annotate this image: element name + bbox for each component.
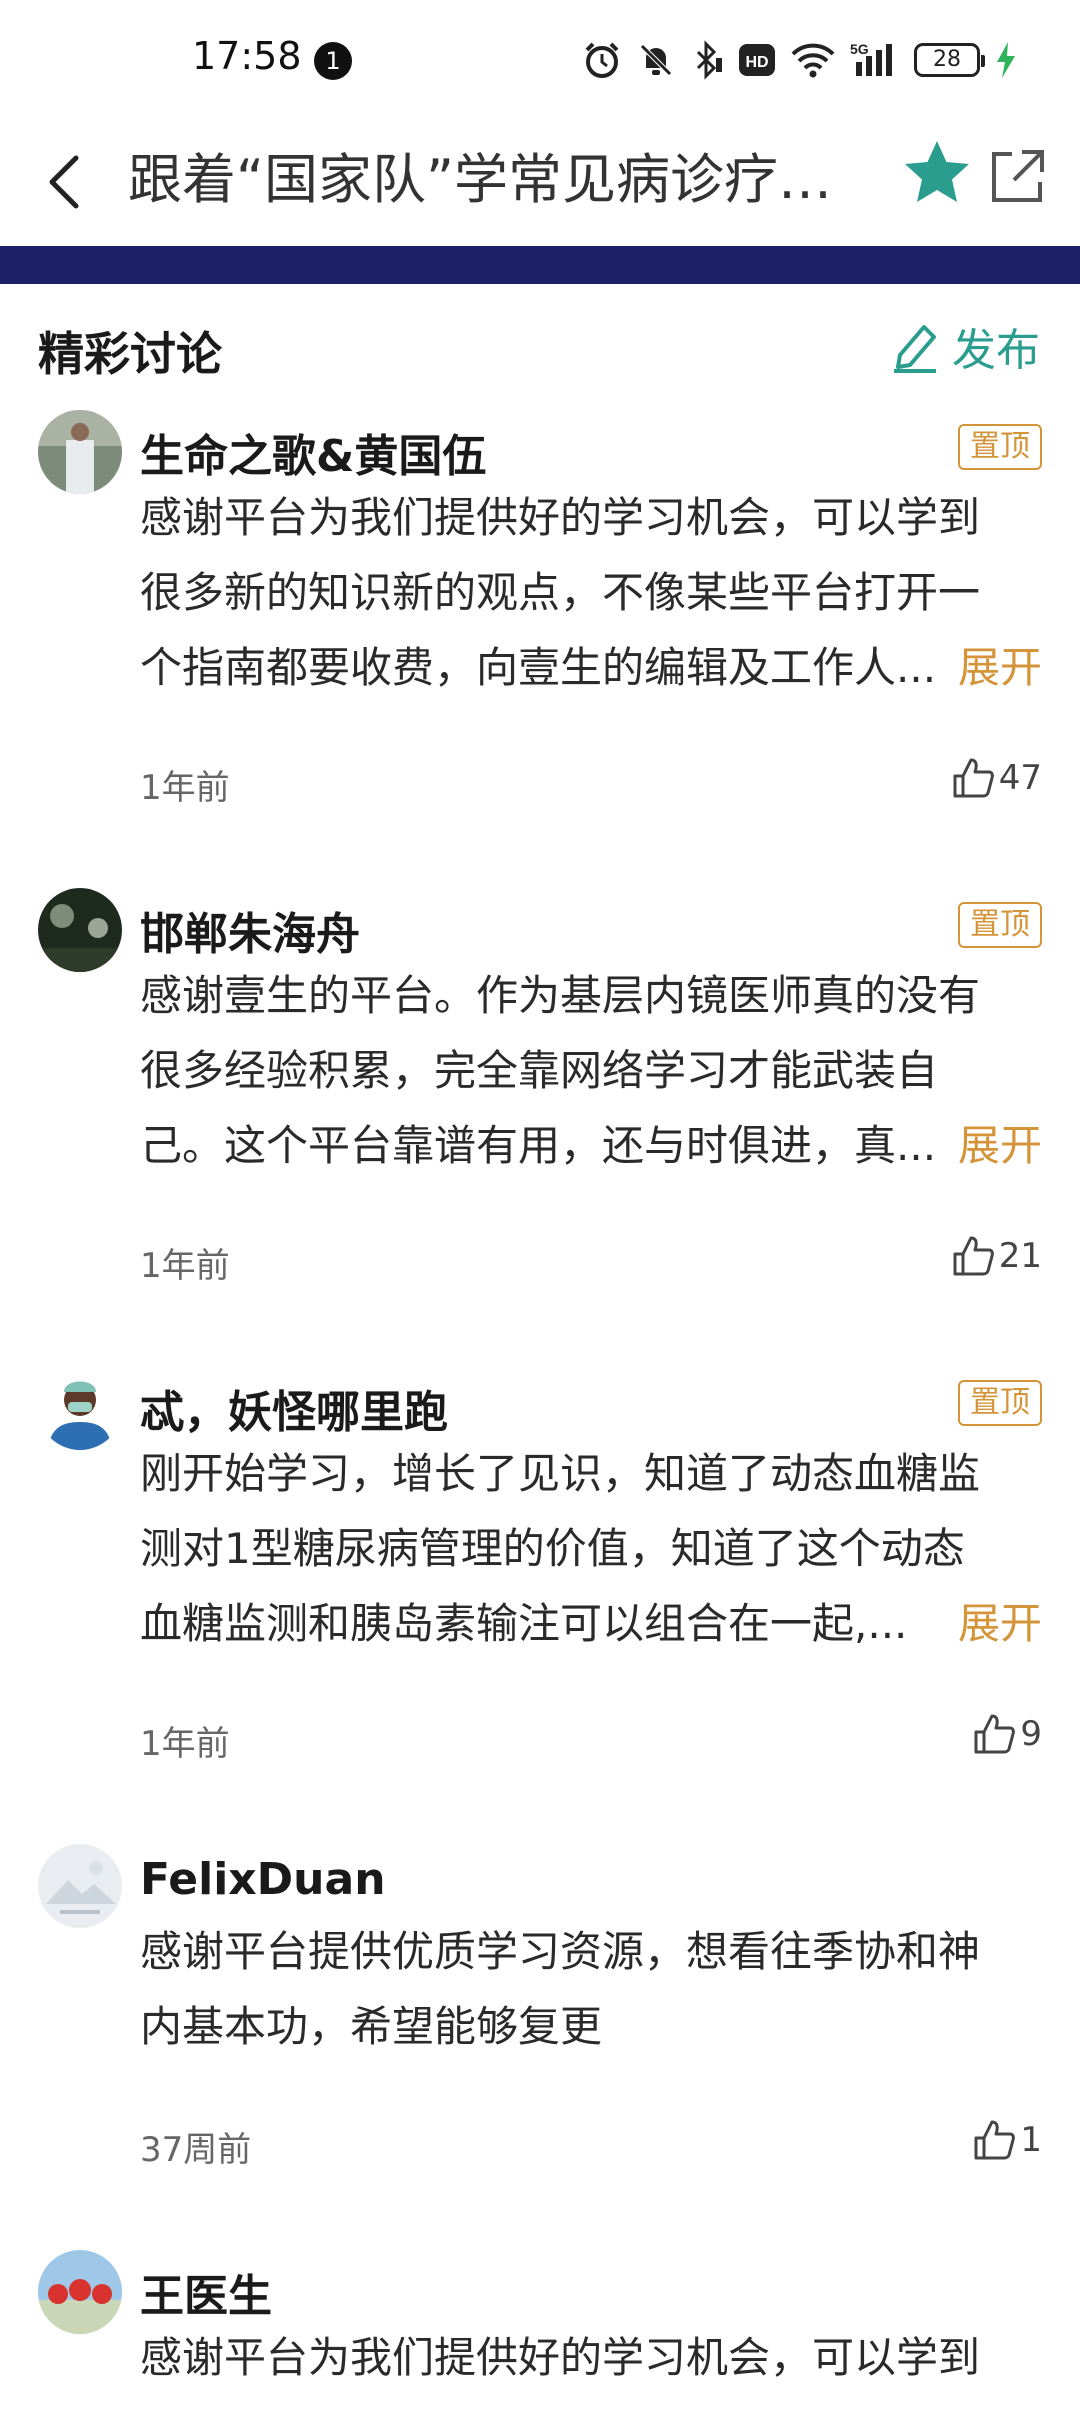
comment-author[interactable]: 邯郸朱海舟 bbox=[140, 898, 360, 962]
comment-line: 内基本功，希望能够复更 bbox=[140, 2002, 603, 2051]
like-button[interactable]: 1 bbox=[972, 2118, 1042, 2162]
comment-line: 个指南都要收费，向壹生的编辑及工作人... 展开 bbox=[140, 630, 1042, 705]
signal-5g-icon: 5G bbox=[850, 41, 892, 76]
publish-label: 发布 bbox=[952, 325, 1040, 376]
svg-text:5G: 5G bbox=[850, 41, 869, 57]
comment-author[interactable]: 王医生 bbox=[140, 2260, 272, 2324]
like-count: 47 bbox=[998, 758, 1042, 798]
comment-line-text: 个指南都要收费，向壹生的编辑及工作人... bbox=[140, 643, 937, 692]
svg-text:HD: HD bbox=[745, 54, 768, 71]
thumbs-up-icon bbox=[974, 1714, 1016, 1754]
expand-link[interactable]: 展开 bbox=[958, 1586, 1042, 1661]
like-button[interactable]: 21 bbox=[951, 1234, 1042, 1278]
back-button[interactable] bbox=[26, 140, 106, 220]
bluetooth-icon bbox=[696, 40, 722, 80]
comment-line: 很多经验积累，完全靠网络学习才能武装自 bbox=[140, 1046, 939, 1095]
comment-line: 感谢平台为我们提供好的学习机会，可以学到 bbox=[140, 493, 981, 542]
like-count: 9 bbox=[1020, 1714, 1042, 1754]
share-button[interactable] bbox=[984, 144, 1050, 210]
comment-text[interactable]: 感谢平台为我们提供好的学习机会，可以学到 很多新的知识新的观点，不像某些平台打开… bbox=[140, 480, 1042, 705]
mute-bell-icon bbox=[640, 44, 672, 76]
status-icons: HD 5G 28 bbox=[582, 36, 1018, 84]
favorite-button[interactable] bbox=[900, 136, 974, 210]
comment-author[interactable]: FelixDuan bbox=[140, 1854, 386, 1905]
comment-text[interactable]: 感谢平台提供优质学习资源，想看往季协和神 内基本功，希望能够复更 bbox=[140, 1914, 1042, 2064]
edit-icon bbox=[894, 325, 936, 373]
hd-icon: HD bbox=[739, 44, 775, 76]
section-title: 精彩讨论 bbox=[38, 327, 222, 381]
star-icon bbox=[905, 141, 969, 202]
pinned-badge: 置顶 bbox=[958, 902, 1042, 948]
avatar[interactable] bbox=[38, 2250, 122, 2334]
like-count: 1 bbox=[1020, 2120, 1042, 2160]
avatar[interactable] bbox=[38, 1366, 122, 1450]
like-button[interactable]: 9 bbox=[972, 1712, 1042, 1756]
publish-button[interactable]: 发布 bbox=[890, 314, 1040, 378]
comment-line: 测对1型糖尿病管理的价值，知道了这个动态 bbox=[140, 1524, 965, 1573]
chevron-left-icon bbox=[49, 155, 79, 209]
comment-time: 1年前 bbox=[140, 1246, 230, 1286]
comment-text[interactable]: 感谢平台为我们提供好的学习机会，可以学到 bbox=[140, 2320, 1042, 2395]
charging-icon bbox=[997, 42, 1015, 78]
comment-line-text: 己。这个平台靠谱有用，还与时俱进，真... bbox=[140, 1121, 937, 1170]
notification-badge: 1 bbox=[314, 42, 352, 80]
comment-line: 己。这个平台靠谱有用，还与时俱进，真... 展开 bbox=[140, 1108, 1042, 1183]
comment-line: 刚开始学习，增长了见识，知道了动态血糖监 bbox=[140, 1449, 981, 1498]
comment-author[interactable]: 忒，妖怪哪里跑 bbox=[140, 1376, 448, 1440]
avatar[interactable] bbox=[38, 410, 122, 494]
thumbs-up-icon bbox=[974, 2120, 1016, 2160]
comment-line: 感谢平台提供优质学习资源，想看往季协和神 bbox=[140, 1927, 981, 1976]
comment-author[interactable]: 生命之歌&黄国伍 bbox=[140, 420, 486, 484]
comment-line-text: 血糖监测和胰岛素输注可以组合在一起,... bbox=[140, 1599, 908, 1648]
page-title: 跟着“国家队”学常见病诊疗… bbox=[128, 148, 832, 211]
comment-time: 1年前 bbox=[140, 1724, 230, 1764]
comment-line: 血糖监测和胰岛素输注可以组合在一起,... 展开 bbox=[140, 1586, 1042, 1661]
top-bar: 跟着“国家队”学常见病诊疗… bbox=[0, 120, 1080, 246]
banner-strip bbox=[0, 246, 1080, 284]
battery-icon: 28 bbox=[914, 43, 985, 77]
status-bar: 17:58 1 HD 5G 28 bbox=[0, 0, 1080, 120]
comment-line: 感谢壹生的平台。作为基层内镜医师真的没有 bbox=[140, 971, 981, 1020]
pinned-badge: 置顶 bbox=[958, 1380, 1042, 1426]
comment-time: 1年前 bbox=[140, 768, 230, 808]
expand-link[interactable]: 展开 bbox=[958, 1108, 1042, 1183]
pinned-badge: 置顶 bbox=[958, 424, 1042, 470]
external-link-icon bbox=[992, 150, 1044, 202]
expand-link[interactable]: 展开 bbox=[958, 630, 1042, 705]
comment-time: 37周前 bbox=[140, 2130, 252, 2170]
avatar[interactable] bbox=[38, 888, 122, 972]
thumbs-up-icon bbox=[953, 1236, 994, 1276]
comment-line: 感谢平台为我们提供好的学习机会，可以学到 bbox=[140, 2333, 981, 2382]
comment-text[interactable]: 刚开始学习，增长了见识，知道了动态血糖监 测对1型糖尿病管理的价值，知道了这个动… bbox=[140, 1436, 1042, 1661]
comment-line: 很多新的知识新的观点，不像某些平台打开一 bbox=[140, 568, 981, 617]
like-button[interactable]: 47 bbox=[951, 756, 1042, 800]
status-time: 17:58 bbox=[192, 34, 302, 78]
alarm-icon bbox=[585, 42, 619, 78]
avatar[interactable] bbox=[38, 1844, 122, 1928]
like-count: 21 bbox=[998, 1236, 1042, 1276]
wifi-icon bbox=[791, 43, 835, 78]
comment-text[interactable]: 感谢壹生的平台。作为基层内镜医师真的没有 很多经验积累，完全靠网络学习才能武装自… bbox=[140, 958, 1042, 1183]
thumbs-up-icon bbox=[953, 758, 994, 798]
